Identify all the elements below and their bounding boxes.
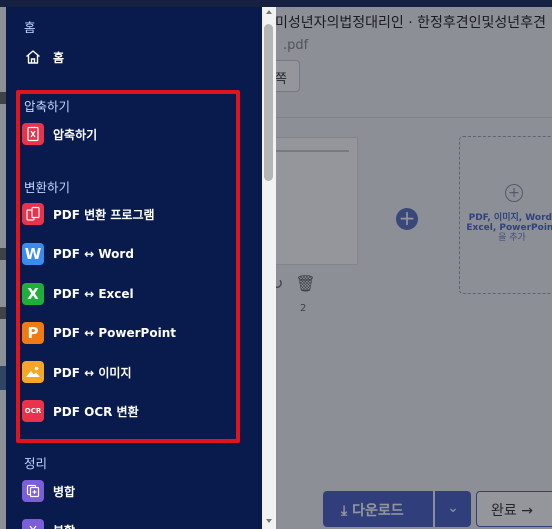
menu-item-label: 병합 bbox=[53, 484, 76, 499]
merge-icon bbox=[22, 480, 44, 502]
home-icon bbox=[22, 46, 44, 68]
menu-scrollbar[interactable] bbox=[262, 7, 276, 529]
menu-item-split[interactable]: 분할 bbox=[22, 516, 242, 529]
section-title-organize: 정리 bbox=[24, 456, 48, 471]
menu-item-merge[interactable]: 병합 bbox=[22, 477, 242, 505]
menu-item-label: 홈 bbox=[53, 50, 65, 65]
tools-menu: 홈 홈 압축하기 압축하기 변환하기 PDF 변환 프로그램 W PDF ↔ W… bbox=[6, 7, 262, 529]
menu-item-home[interactable]: 홈 bbox=[22, 43, 242, 71]
scroll-down-arrow-icon[interactable] bbox=[266, 519, 272, 523]
scroll-up-arrow-icon[interactable] bbox=[266, 10, 272, 14]
highlight-box bbox=[16, 90, 240, 443]
section-title-home: 홈 bbox=[24, 20, 36, 35]
scrollbar-thumb[interactable] bbox=[264, 24, 273, 181]
split-icon bbox=[22, 519, 44, 529]
menu-item-label: 분할 bbox=[53, 522, 75, 529]
